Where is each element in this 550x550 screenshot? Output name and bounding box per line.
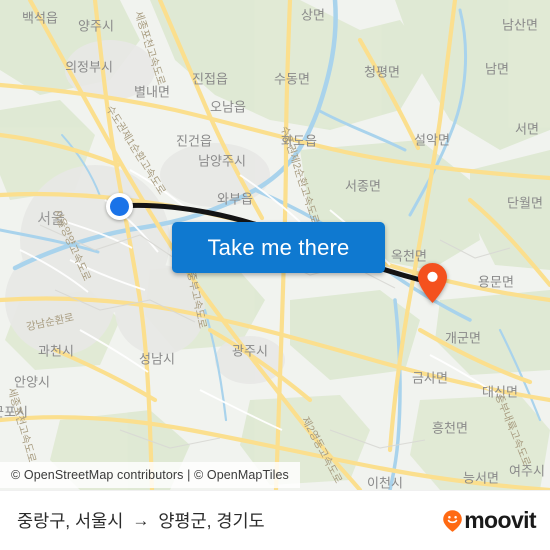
destination-pin-icon[interactable] [417,262,448,304]
moovit-logo[interactable]: moovit [442,507,537,534]
moovit-wordmark: moovit [464,507,536,533]
bottom-bar: 중랑구, 서울시 → 양평군, 경기도 moovit [0,490,550,550]
moovit-pin-smiley-icon [443,509,463,532]
map-attribution-text: © OpenStreetMap contributors | © OpenMap… [11,468,289,482]
map-viewport[interactable]: 백석읍 양주시 상면 남산면 의정부시 진접읍 수동면 청평면 남면 별내면 오남읍 진건읍 화도읍 설악… [0,0,550,490]
trip-destination: 양평군, 경기도 [158,511,265,531]
moovit-trip-screen: 백석읍 양주시 상면 남산면 의정부시 진접읍 수동면 청평면 남면 별내면 오남읍 진건읍 화도읍 설악… [0,0,550,550]
map-attribution: © OpenStreetMap contributors | © OpenMap… [0,462,300,488]
trip-summary: 중랑구, 서울시 → 양평군, 경기도 [17,508,265,533]
take-me-there-button[interactable]: Take me there [172,222,385,273]
trip-arrow-icon: → [132,511,150,530]
trip-origin: 중랑구, 서울시 [17,511,124,531]
origin-blue-dot-icon[interactable] [106,193,133,220]
